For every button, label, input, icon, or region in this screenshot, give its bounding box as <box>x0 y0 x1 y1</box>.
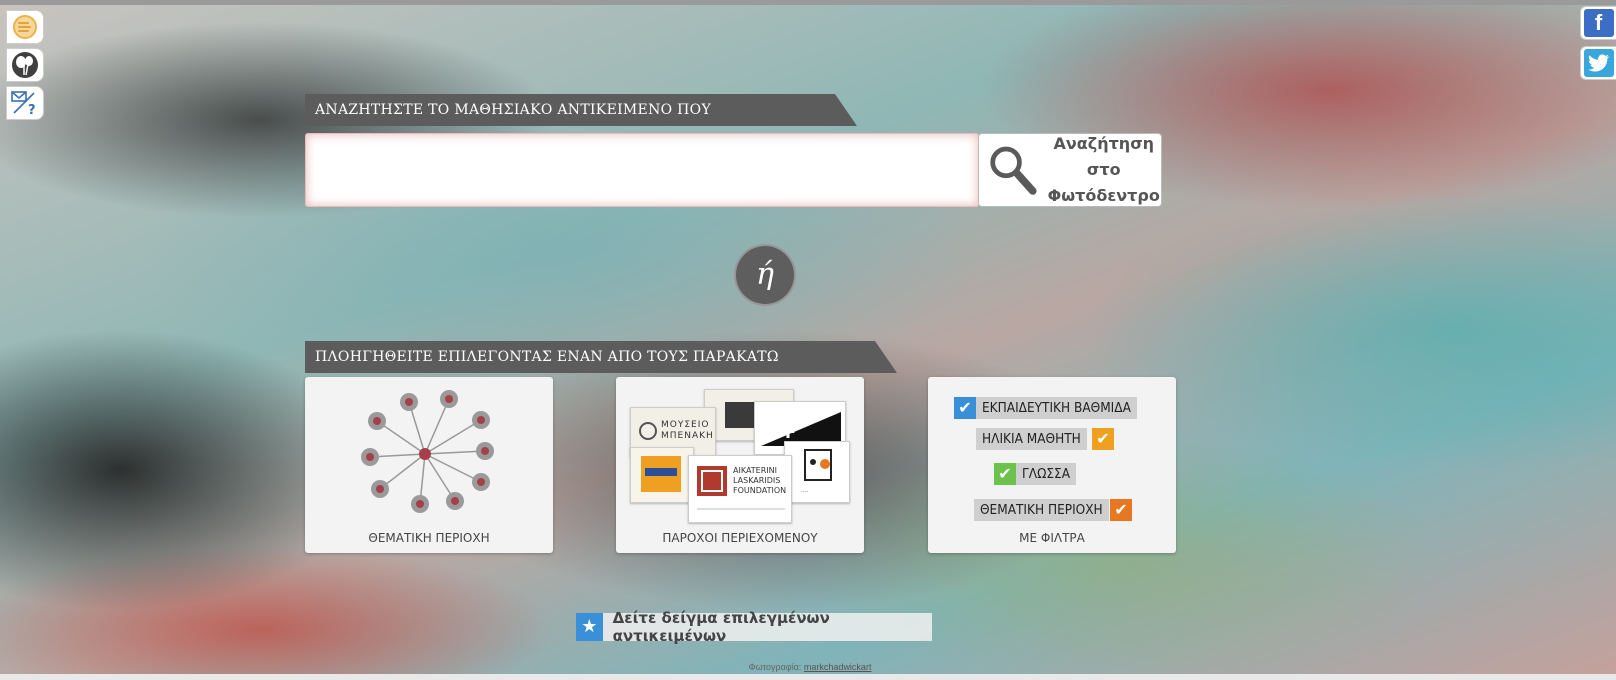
content-providers-caption: ΠΑΡΟΧΟΙ ΠΕΡΙΕΧΟΜΕΝΟΥ <box>662 531 818 545</box>
photo-credit-prefix: Φωτογραφία: <box>748 662 802 672</box>
content-providers-card[interactable]: F ΜΟΥΣΕΙΟ ΜΠΕΝΑΚΗ .... AIKATERINI LASKAR… <box>616 377 864 553</box>
check-icon-student-age: ✔ <box>1092 428 1114 450</box>
laskaridis-line2: LASKARIDIS <box>733 476 781 485</box>
browse-heading: ΠΛΟΗΓΗΘΕΙΤΕ ΕΠΙΛΕΓΟΝΤΑΣ ΕΝΑΝ ΑΠΟ ΤΟΥΣ ΠΑ… <box>305 341 897 373</box>
or-separator: ή <box>734 244 796 306</box>
laskaridis-line1: AIKATERINI <box>733 466 777 475</box>
contact-faq-button[interactable]: ? <box>6 86 44 120</box>
facebook-button[interactable]: f <box>1580 6 1616 40</box>
search-heading: ΑΝΑΖΗΤΗΣΤΕ ΤΟ ΜΑΘΗΣΙΑΚΟ ΑΝΤΙΚΕΙΜΕΝΟ ΠΟΥ … <box>305 94 857 126</box>
subject-area-card[interactable]: ΘΕΜΑΤΙΚΗ ΠΕΡΙΟΧΗ <box>305 377 553 553</box>
twitter-button[interactable] <box>1580 46 1616 80</box>
network-icon <box>361 390 494 513</box>
check-icon-subject-area: ✔ <box>1110 499 1132 521</box>
benaki-museum-line2: ΜΠΕΝΑΚΗ <box>661 431 714 441</box>
photodentro-logo-icon <box>13 15 37 39</box>
svg-text:F: F <box>785 423 796 442</box>
search-button-label-line1: Αναζήτηση στο <box>1053 134 1155 179</box>
twitter-icon <box>1583 49 1614 77</box>
providers-collage: F ΜΟΥΣΕΙΟ ΜΠΕΝΑΚΗ .... AIKATERINI LASKAR… <box>616 377 864 527</box>
laskaridis-foundation-tile: AIKATERINI LASKARIDIS FOUNDATION <box>688 455 792 523</box>
search-button[interactable]: Αναζήτηση στο Φωτόδεντρο <box>978 133 1162 207</box>
filters-caption: ΜΕ ΦΙΛΤΡΑ <box>1019 531 1085 545</box>
photo-credit-author-link[interactable]: markchadwickart <box>804 662 872 672</box>
magnifier-icon <box>990 146 1037 195</box>
bottom-border <box>0 674 1616 680</box>
search-input[interactable] <box>305 133 979 207</box>
facebook-icon: f <box>1583 9 1614 37</box>
provider-tile-face: .... <box>784 441 850 503</box>
svg-text:?: ? <box>28 103 36 117</box>
provider-tile-orange <box>630 447 694 503</box>
featured-objects-label: Δείτε δείγμα επιλεγμένων αντικειμένων <box>612 609 830 645</box>
search-button-label: Αναζήτηση στο Φωτόδεντρο <box>1047 131 1161 209</box>
benaki-museum-line1: ΜΟΥΣΕΙΟ <box>661 420 710 430</box>
filter-student-age: ΗΛΙΚΙΑ ΜΑΘΗΤΗ <box>976 428 1087 450</box>
featured-objects-link[interactable]: ★ Δείτε δείγμα επιλεγμένων αντικειμένων <box>576 609 932 645</box>
tree-button[interactable] <box>6 48 44 82</box>
mail-question-icon: ? <box>11 91 36 117</box>
filters-icon: ✔ ΕΚΠΑΙΔΕΥΤΙΚΗ ΒΑΘΜΙΔΑ ΗΛΙΚΙΑ ΜΑΘΗΤΗ ✔ ✔… <box>928 377 1176 527</box>
filter-educational-level: ΕΚΠΑΙΔΕΥΤΙΚΗ ΒΑΘΜΙΔΑ <box>976 397 1137 419</box>
filters-card[interactable]: ✔ ΕΚΠΑΙΔΕΥΤΙΚΗ ΒΑΘΜΙΔΑ ΗΛΙΚΙΑ ΜΑΘΗΤΗ ✔ ✔… <box>928 377 1176 553</box>
laskaridis-line3: FOUNDATION <box>733 486 787 495</box>
star-icon: ★ <box>576 613 603 641</box>
top-border <box>0 0 1616 5</box>
check-icon-language: ✔ <box>994 463 1016 485</box>
check-icon-educational-level: ✔ <box>954 397 976 419</box>
photo-credit: Φωτογραφία: markchadwickart <box>700 662 920 672</box>
subject-area-caption: ΘΕΜΑΤΙΚΗ ΠΕΡΙΟΧΗ <box>368 531 490 545</box>
filter-language: ΓΛΩΣΣΑ <box>1016 463 1077 485</box>
filter-subject-area: ΘΕΜΑΤΙΚΗ ΠΕΡΙΟΧΗ <box>974 499 1109 521</box>
tree-icon <box>12 52 38 78</box>
logo-button[interactable] <box>6 10 44 44</box>
search-button-label-line2: Φωτόδεντρο <box>1047 186 1160 205</box>
svg-text:....: .... <box>801 487 809 494</box>
